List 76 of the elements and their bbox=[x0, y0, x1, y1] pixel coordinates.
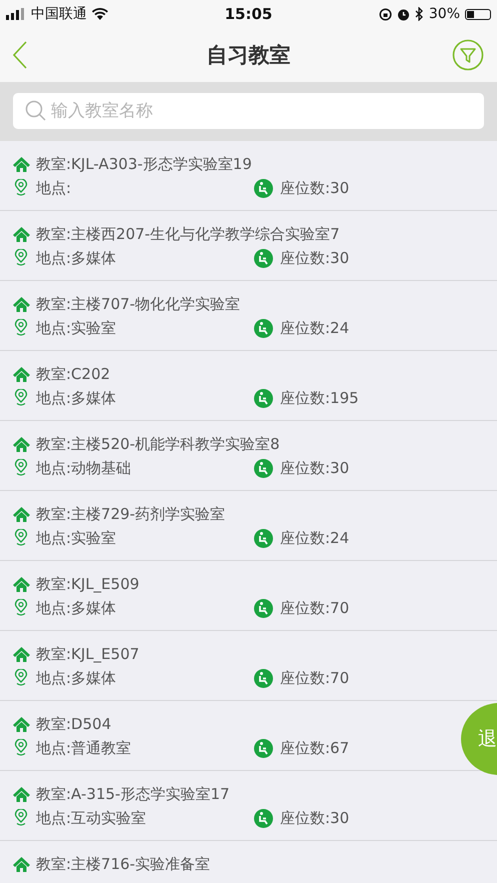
seat-icon bbox=[254, 528, 273, 548]
seat-count: 座位数:30 bbox=[280, 248, 350, 268]
seat-icon bbox=[254, 738, 273, 758]
exit-button[interactable]: 退 bbox=[461, 703, 497, 775]
location-pin-icon bbox=[14, 809, 28, 827]
location-text: 地点:实验室 bbox=[36, 528, 116, 548]
seat-icon bbox=[254, 178, 273, 198]
location-text: 地点:多媒体 bbox=[36, 668, 116, 688]
seat-count: 座位数:70 bbox=[280, 598, 350, 618]
seat-count: 座位数:70 bbox=[280, 668, 350, 688]
home-icon bbox=[13, 506, 30, 522]
search-field[interactable]: 输入教室名称 bbox=[13, 93, 484, 129]
location-pin-icon bbox=[14, 739, 28, 757]
seat-count: 座位数:30 bbox=[280, 808, 350, 828]
home-icon bbox=[13, 716, 30, 732]
location-text: 地点:多媒体 bbox=[36, 248, 116, 268]
seat-count: 座位数:24 bbox=[280, 318, 350, 338]
seat-icon bbox=[254, 458, 273, 478]
classroom-name: 教室:D504 bbox=[36, 714, 112, 734]
seat-icon bbox=[254, 248, 273, 268]
location-pin-icon bbox=[14, 459, 28, 477]
battery-percent: 30% bbox=[428, 6, 460, 22]
seat-icon bbox=[254, 388, 273, 408]
location-pin-icon bbox=[14, 669, 28, 687]
back-icon[interactable] bbox=[13, 41, 27, 69]
page-title: 自习教室 bbox=[206, 42, 290, 69]
home-icon bbox=[13, 646, 30, 662]
home-icon bbox=[13, 226, 30, 242]
location-text: 地点:互动实验室 bbox=[36, 808, 146, 828]
classroom-name: 教室:主楼729-药剂学实验室 bbox=[36, 504, 226, 524]
home-icon bbox=[13, 156, 30, 172]
seat-icon bbox=[254, 808, 273, 828]
classroom-name: 教室:KJL-A303-形态学实验室19 bbox=[36, 154, 252, 174]
location-text: 地点: bbox=[36, 178, 72, 198]
location-text: 地点:多媒体 bbox=[36, 388, 116, 408]
location-pin-icon bbox=[14, 389, 28, 407]
classroom-name: 教室:KJL_E509 bbox=[36, 574, 140, 594]
home-icon bbox=[13, 576, 30, 592]
location-text: 地点:动物基础 bbox=[36, 458, 132, 478]
classroom-name: 教室:主楼西207-生化与化学教学综合实验室7 bbox=[36, 224, 340, 244]
location-pin-icon bbox=[14, 179, 28, 197]
classroom-name: 教室:主楼520-机能学科教学实验室8 bbox=[36, 434, 280, 454]
home-icon bbox=[13, 856, 30, 872]
seat-icon bbox=[254, 598, 273, 618]
home-icon bbox=[13, 436, 30, 452]
location-text: 地点:普通教室 bbox=[36, 738, 132, 758]
home-icon bbox=[13, 786, 30, 802]
seat-icon bbox=[254, 668, 273, 688]
home-icon bbox=[13, 296, 30, 312]
clock-time: 15:05 bbox=[224, 5, 272, 23]
bluetooth-icon bbox=[414, 7, 424, 21]
rotation-lock-icon bbox=[378, 8, 392, 20]
seat-count: 座位数:195 bbox=[280, 388, 359, 408]
wifi-icon bbox=[92, 8, 108, 20]
seat-count: 座位数:67 bbox=[280, 738, 350, 758]
home-icon bbox=[13, 366, 30, 382]
classroom-name: 教室:A-315-形态学实验室17 bbox=[36, 784, 230, 804]
signal-icon bbox=[6, 8, 26, 20]
location-pin-icon bbox=[14, 319, 28, 337]
carrier-name: 中国联通 bbox=[31, 5, 87, 23]
location-pin-icon bbox=[14, 249, 28, 267]
battery-icon bbox=[465, 8, 491, 20]
classroom-name: 教室:主楼707-物化化学实验室 bbox=[36, 294, 240, 314]
filter-icon[interactable] bbox=[452, 39, 484, 71]
seat-count: 座位数:30 bbox=[280, 178, 350, 198]
location-text: 地点:实验室 bbox=[36, 318, 116, 338]
seat-count: 座位数:24 bbox=[280, 528, 350, 548]
seat-icon bbox=[254, 318, 273, 338]
location-pin-icon bbox=[14, 599, 28, 617]
classroom-name: 教室:KJL_E507 bbox=[36, 644, 140, 664]
classroom-name: 教室:主楼716-实验准备室 bbox=[36, 854, 210, 874]
classroom-name: 教室:C202 bbox=[36, 364, 110, 384]
seat-count: 座位数:30 bbox=[280, 458, 350, 478]
location-pin-icon bbox=[14, 529, 28, 547]
location-text: 地点:多媒体 bbox=[36, 598, 116, 618]
alarm-icon bbox=[396, 8, 410, 20]
